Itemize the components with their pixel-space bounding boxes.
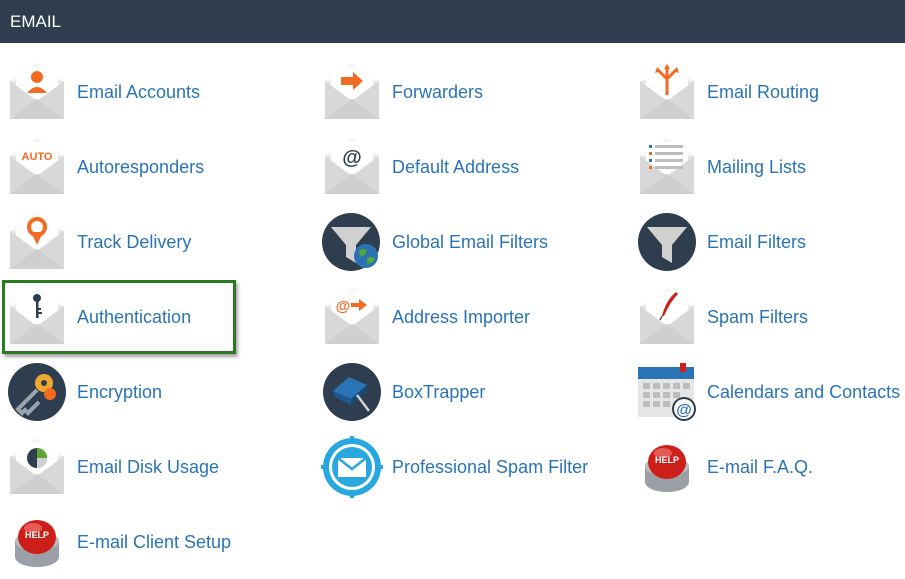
item-label: Encryption [77,381,163,402]
section-header: EMAIL [0,0,905,43]
box-trap-icon [321,361,383,423]
envelope-at-icon: @ [321,136,383,198]
item-label: Forwarders [392,81,484,102]
envelope-location-pin-icon [6,211,68,273]
mailing-lists-link[interactable]: Mailing Lists [636,135,806,199]
item-label: Email Accounts [77,81,201,102]
envelope-list-icon [636,136,698,198]
item-label: E-mail F.A.Q. [707,456,814,477]
item-label: BoxTrapper [392,381,486,402]
calendars-and-contacts-link[interactable]: @ Calendars and Contacts [636,360,900,424]
item-label: Autoresponders [77,156,205,177]
item-label: Default Address [392,156,520,177]
item-label: Email Routing [707,81,820,102]
professional-spam-filter-link[interactable]: Professional Spam Filter [321,435,588,499]
envelope-auto-icon: AUTO [6,136,68,198]
envelope-quill-icon [636,286,698,348]
item-label: Authentication [77,306,192,327]
encryption-link[interactable]: Encryption [6,360,162,424]
global-email-filters-link[interactable]: Global Email Filters [321,210,548,274]
help-button-icon: HELP [636,436,698,498]
email-client-setup-link[interactable]: HELP E-mail Client Setup [6,510,231,574]
help-badge-text: HELP [25,530,49,540]
email-filters-link[interactable]: Email Filters [636,210,806,274]
autoresponders-link[interactable]: AUTO Autoresponders [6,135,204,199]
email-faq-link[interactable]: HELP E-mail F.A.Q. [636,435,813,499]
help-button-icon: HELP [6,511,68,573]
envelope-pie-chart-icon [6,436,68,498]
item-label: Global Email Filters [392,231,549,252]
funnel-globe-icon [321,211,383,273]
section-title: EMAIL [10,11,62,31]
email-disk-usage-link[interactable]: Email Disk Usage [6,435,219,499]
address-importer-link[interactable]: @ Address Importer [321,285,530,349]
item-label: Spam Filters [707,306,809,327]
envelope-routing-icon [636,61,698,123]
envelope-user-icon [6,61,68,123]
item-label: Mailing Lists [707,156,807,177]
envelope-key-icon [6,286,68,348]
keys-icon [6,361,68,423]
item-label: E-mail Client Setup [77,531,232,552]
forwarders-link[interactable]: Forwarders [321,60,483,124]
item-label: Track Delivery [77,231,192,252]
item-label: Professional Spam Filter [392,456,589,477]
at-badge-text: @ [342,147,362,169]
funnel-icon [636,211,698,273]
boxtrapper-link[interactable]: BoxTrapper [321,360,485,424]
email-accounts-link[interactable]: Email Accounts [6,60,200,124]
authentication-link[interactable]: Authentication [6,285,191,349]
auto-badge-text: AUTO [22,151,53,163]
envelope-at-arrow-icon: @ [321,286,383,348]
spam-filters-link[interactable]: Spam Filters [636,285,808,349]
envelope-arrow-icon [321,61,383,123]
item-label: Address Importer [392,306,531,327]
item-label: Email Disk Usage [77,456,220,477]
email-routing-link[interactable]: Email Routing [636,60,819,124]
item-label: Calendars and Contacts [707,381,901,402]
default-address-link[interactable]: @ Default Address [321,135,519,199]
at-badge-text: @ [336,298,351,315]
email-tools-grid: Email Accounts Forwarders Email Routing … [0,43,905,579]
calendar-at-icon: @ [636,361,698,423]
spam-filter-envelope-icon [321,436,383,498]
at-badge-text: @ [676,402,692,419]
track-delivery-link[interactable]: Track Delivery [6,210,191,274]
help-badge-text: HELP [655,455,679,465]
item-label: Email Filters [707,231,807,252]
